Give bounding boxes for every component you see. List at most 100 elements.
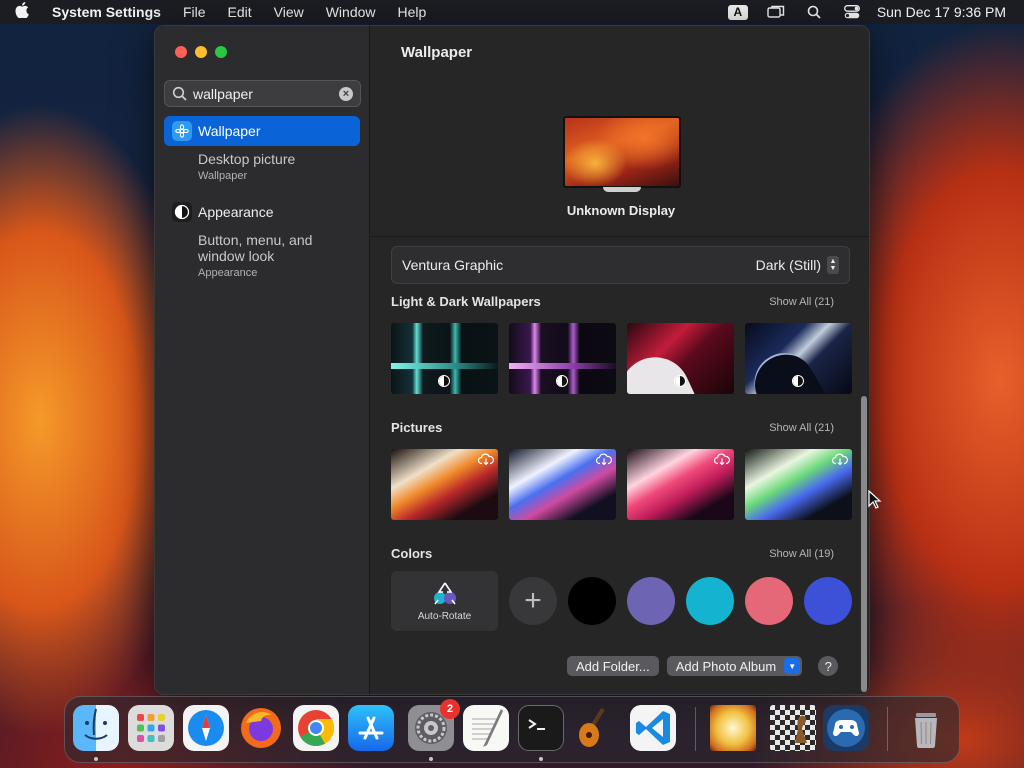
wallpaper-thumbnail[interactable] xyxy=(391,323,498,394)
scrollbar-thumb[interactable] xyxy=(861,396,867,692)
dock: 2 xyxy=(64,696,960,763)
auto-rotate-label: Auto-Rotate xyxy=(417,611,472,622)
sidebar-result-desktop-picture[interactable]: Desktop picture Wallpaper xyxy=(198,151,295,184)
control-center-icon[interactable] xyxy=(833,5,871,19)
section-pictures: Pictures Show All (21) xyxy=(391,420,834,435)
wallpaper-thumbnail[interactable] xyxy=(391,449,498,520)
running-indicator xyxy=(539,757,543,761)
notification-badge: 2 xyxy=(440,699,460,719)
file-menu[interactable]: File xyxy=(172,4,217,20)
safari-icon[interactable] xyxy=(183,705,229,751)
sidebar-item-label: Wallpaper xyxy=(198,123,261,139)
divider xyxy=(371,236,869,237)
wallpaper-thumbnail[interactable] xyxy=(745,449,852,520)
chess-icon[interactable] xyxy=(770,705,816,751)
trash-icon[interactable] xyxy=(903,705,949,751)
mouse-pointer-icon xyxy=(868,490,882,509)
add-photo-album-button[interactable]: Add Photo Album ▼ xyxy=(666,656,803,676)
system-settings-window: wallpaper × Wallpaper Desktop picture Wa… xyxy=(154,25,870,695)
firefox-icon[interactable] xyxy=(238,705,284,751)
chevron-down-icon[interactable]: ▼ xyxy=(784,658,801,674)
help-button[interactable]: ? xyxy=(818,656,839,676)
sidebar-item-wallpaper[interactable]: Wallpaper xyxy=(164,116,360,146)
light-dark-thumbnails xyxy=(391,323,852,394)
up-down-chevron-icon: ▲ ▼ xyxy=(827,256,839,274)
show-all-light-dark-link[interactable]: Show All (21) xyxy=(769,294,834,309)
auto-rotate-icon xyxy=(433,582,456,605)
dock-separator xyxy=(695,707,696,751)
terminal-icon[interactable] xyxy=(518,705,564,751)
result-caption: Appearance xyxy=(198,267,258,279)
wallpaper-thumbnail[interactable] xyxy=(509,323,616,394)
menu-bar-clock[interactable]: Sun Dec 17 9:36 PM xyxy=(871,4,1006,20)
light-dark-badge-icon xyxy=(674,375,686,387)
show-all-colors-link[interactable]: Show All (19) xyxy=(769,546,834,561)
sidebar-item-appearance[interactable]: Appearance xyxy=(164,197,360,227)
search-icon xyxy=(172,86,187,101)
colors-row: Auto-Rotate + xyxy=(391,571,852,631)
section-title: Colors xyxy=(391,546,433,561)
color-swatch-teal[interactable] xyxy=(686,577,734,625)
current-wallpaper-name: Ventura Graphic xyxy=(402,257,504,273)
add-folder-button[interactable]: Add Folder... xyxy=(567,656,659,676)
spotlight-search-icon[interactable] xyxy=(795,5,833,19)
launchpad-icon[interactable] xyxy=(128,705,174,751)
vscode-icon[interactable] xyxy=(630,705,676,751)
zoom-window-button[interactable] xyxy=(215,46,227,58)
apple-menu-icon[interactable] xyxy=(0,2,44,22)
display-name: Unknown Display xyxy=(566,203,676,218)
add-color-button[interactable]: + xyxy=(509,577,557,625)
garageband-icon[interactable] xyxy=(573,705,619,751)
result-title: Button, menu, and window look xyxy=(198,232,313,264)
sidebar-item-label: Appearance xyxy=(198,204,274,220)
search-input[interactable]: wallpaper xyxy=(193,86,253,102)
auto-rotate-tile[interactable]: Auto-Rotate xyxy=(391,571,498,631)
color-swatch-pink[interactable] xyxy=(745,577,793,625)
window-menu[interactable]: Window xyxy=(315,4,387,20)
wallpaper-thumbnail[interactable] xyxy=(627,323,734,394)
screen-mirroring-icon[interactable] xyxy=(757,5,795,19)
wallpaper-icon xyxy=(172,121,192,141)
display-preview xyxy=(563,116,681,188)
show-all-pictures-link[interactable]: Show All (21) xyxy=(769,420,834,435)
cloud-download-icon xyxy=(596,453,612,465)
running-indicator xyxy=(94,757,98,761)
wallpaper-thumbnail[interactable] xyxy=(509,449,616,520)
finder-icon[interactable] xyxy=(73,705,119,751)
close-window-button[interactable] xyxy=(175,46,187,58)
section-title: Pictures xyxy=(391,420,443,435)
color-swatch-purple[interactable] xyxy=(627,577,675,625)
view-menu[interactable]: View xyxy=(263,4,315,20)
system-settings-icon[interactable]: 2 xyxy=(408,699,460,751)
sidebar: wallpaper × Wallpaper Desktop picture Wa… xyxy=(155,26,370,694)
textedit-icon[interactable] xyxy=(463,705,509,751)
appearance-icon xyxy=(172,202,192,222)
edit-menu[interactable]: Edit xyxy=(217,4,263,20)
chrome-icon[interactable] xyxy=(293,705,339,751)
section-light-dark: Light & Dark Wallpapers Show All (21) xyxy=(391,294,834,309)
input-source-menu[interactable]: A xyxy=(719,4,757,20)
image-preview-icon[interactable] xyxy=(710,705,756,751)
appearance-mode-value: Dark (Still) xyxy=(755,257,821,273)
minimize-window-button[interactable] xyxy=(195,46,207,58)
light-dark-badge-icon xyxy=(438,375,450,387)
light-dark-badge-icon xyxy=(556,375,568,387)
search-field[interactable]: wallpaper × xyxy=(164,80,361,107)
wallpaper-thumbnail[interactable] xyxy=(627,449,734,520)
app-menu[interactable]: System Settings xyxy=(44,4,172,20)
app-store-icon[interactable] xyxy=(348,705,394,751)
wallpaper-gallery[interactable]: Light & Dark Wallpapers Show All (21) Pi… xyxy=(371,294,869,694)
sidebar-result-button-menu-window[interactable]: Button, menu, and window look Appearance xyxy=(198,232,348,281)
help-menu[interactable]: Help xyxy=(387,4,438,20)
display-stand xyxy=(603,187,641,192)
game-controller-icon[interactable] xyxy=(823,705,869,751)
color-swatch-blue[interactable] xyxy=(804,577,852,625)
appearance-mode-popup[interactable]: Dark (Still) ▲ ▼ xyxy=(756,256,839,274)
wallpaper-thumbnail[interactable] xyxy=(745,323,852,394)
color-swatch-black[interactable] xyxy=(568,577,616,625)
result-caption: Wallpaper xyxy=(198,170,248,182)
section-colors: Colors Show All (19) xyxy=(391,546,834,561)
light-dark-badge-icon xyxy=(792,375,804,387)
clear-search-icon[interactable]: × xyxy=(339,86,353,101)
cloud-download-icon xyxy=(478,453,494,465)
